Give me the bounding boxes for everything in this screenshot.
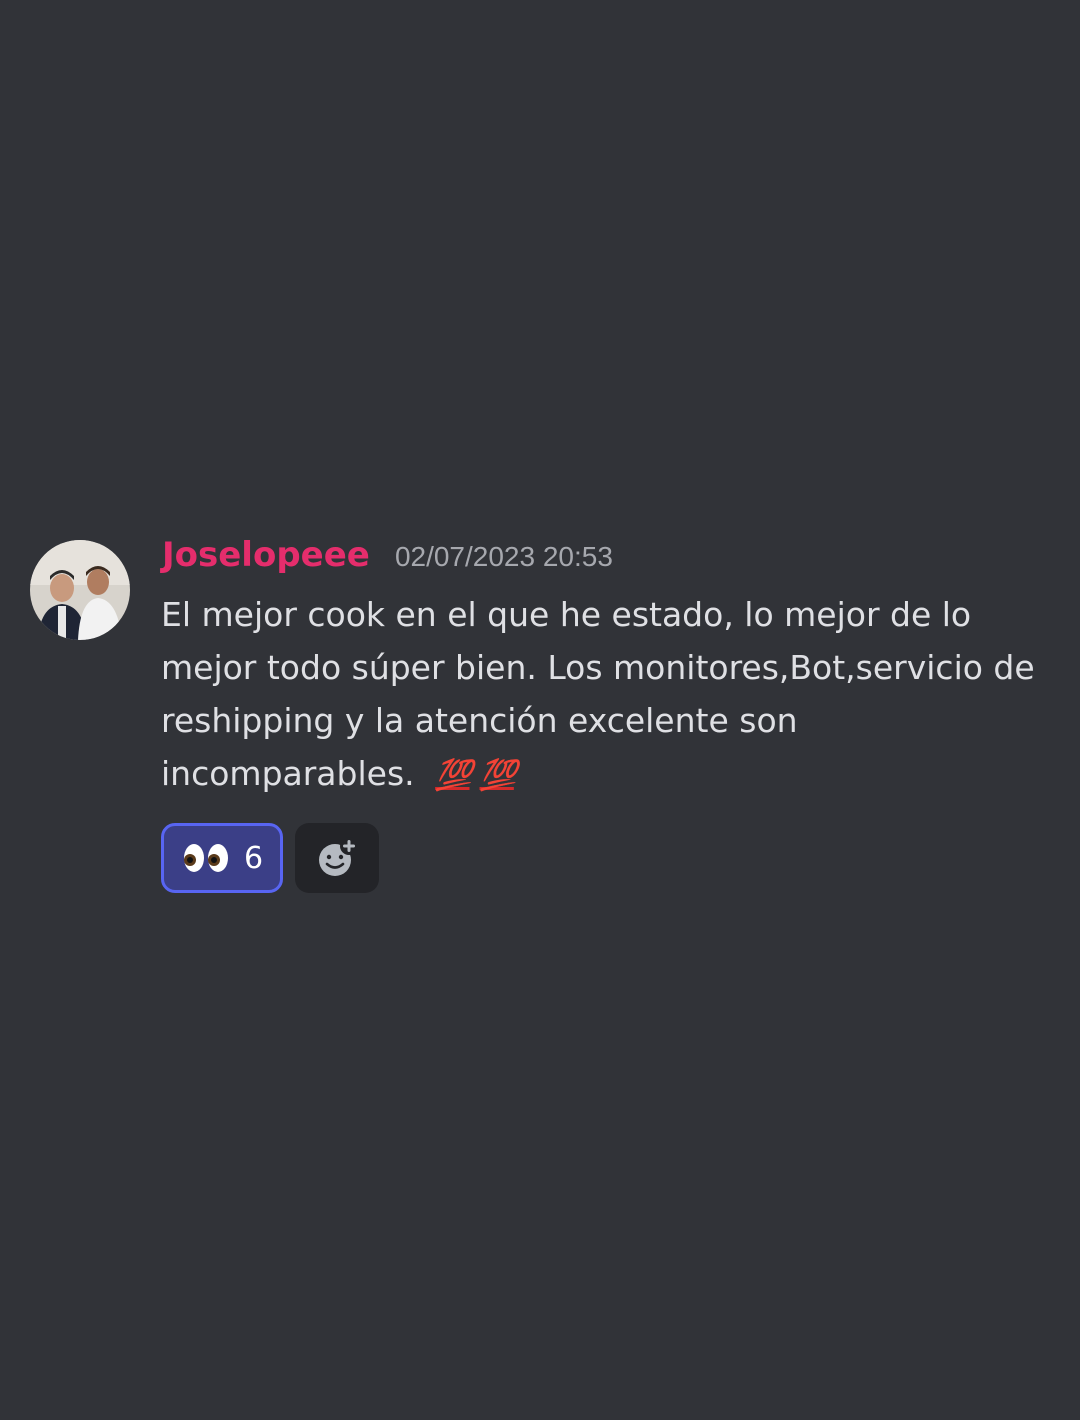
message-text: El mejor cook en el que he estado, lo me… [161, 595, 1035, 793]
avatar[interactable] [30, 540, 130, 640]
reaction-count: 6 [244, 840, 264, 876]
eyes-emoji-icon [184, 844, 228, 872]
chat-message: Joselopeee 02/07/2023 20:53 El mejor coo… [0, 0, 1080, 1420]
timestamp: 02/07/2023 20:53 [394, 541, 613, 572]
message-header: Joselopeee 02/07/2023 20:53 [162, 535, 613, 585]
message-content: El mejor cook en el que he estado, lo me… [161, 588, 1041, 802]
add-reaction-button[interactable] [295, 823, 379, 893]
avatar-image [30, 540, 130, 640]
hundred-points-emoji: 💯 [479, 758, 516, 793]
hundred-points-emoji: 💯 [435, 758, 472, 793]
username[interactable]: Joselopeee [162, 535, 370, 575]
add-reaction-icon [319, 837, 358, 876]
reactions-bar: 6 [161, 823, 379, 893]
reaction-eyes[interactable]: 6 [161, 823, 283, 893]
